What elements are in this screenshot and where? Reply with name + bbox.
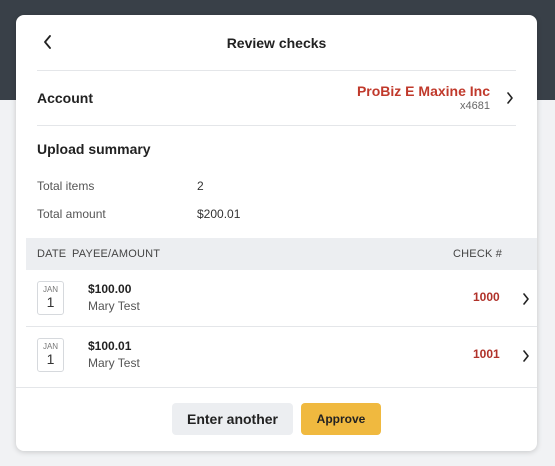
check-payee: Mary Test [88,356,140,370]
back-button[interactable] [36,30,60,54]
check-amount: $100.01 [88,339,132,353]
date-badge: JAN 1 [37,281,64,315]
column-header-payee: PAYEE/AMOUNT [72,248,161,260]
account-number: x4681 [460,100,490,112]
account-label: Account [37,90,93,106]
review-checks-dialog: Review checks Account ProBiz E Maxine In… [16,15,537,451]
upload-summary-title: Upload summary [37,141,151,157]
page-title: Review checks [226,34,327,51]
check-number: 1000 [473,290,500,304]
check-amount: $100.00 [88,282,132,296]
date-month: JAN [42,285,59,294]
chevron-right-icon [504,92,516,104]
table-row[interactable]: JAN 1 $100.01 Mary Test 1001 [26,327,537,383]
total-amount-value: $200.01 [197,207,241,221]
date-month: JAN [42,342,59,351]
total-items-label: Total items [37,179,95,193]
table-row[interactable]: JAN 1 $100.00 Mary Test 1000 [26,270,537,326]
date-badge: JAN 1 [37,338,64,372]
enter-another-button[interactable]: Enter another [172,403,293,435]
date-day: 1 [46,294,55,310]
chevron-right-icon [522,349,530,367]
chevron-left-icon [44,35,51,49]
account-info: ProBiz E Maxine Inc x4681 [357,83,490,113]
date-day: 1 [46,351,55,367]
approve-button[interactable]: Approve [301,403,381,435]
dialog-footer: Enter another Approve [16,387,537,451]
checks-table-header: DATE PAYEE/AMOUNT CHECK # [26,238,537,270]
check-payee: Mary Test [88,299,140,313]
column-header-date: DATE [37,248,67,260]
account-selector[interactable]: Account ProBiz E Maxine Inc x4681 [37,71,516,125]
account-name: ProBiz E Maxine Inc [356,83,490,99]
divider [37,125,516,126]
chevron-right-icon [522,292,530,310]
dialog-header: Review checks [16,15,537,70]
total-amount-label: Total amount [37,207,106,221]
column-header-check: CHECK # [453,248,503,260]
total-items-value: 2 [197,179,204,193]
check-number: 1001 [473,347,500,361]
